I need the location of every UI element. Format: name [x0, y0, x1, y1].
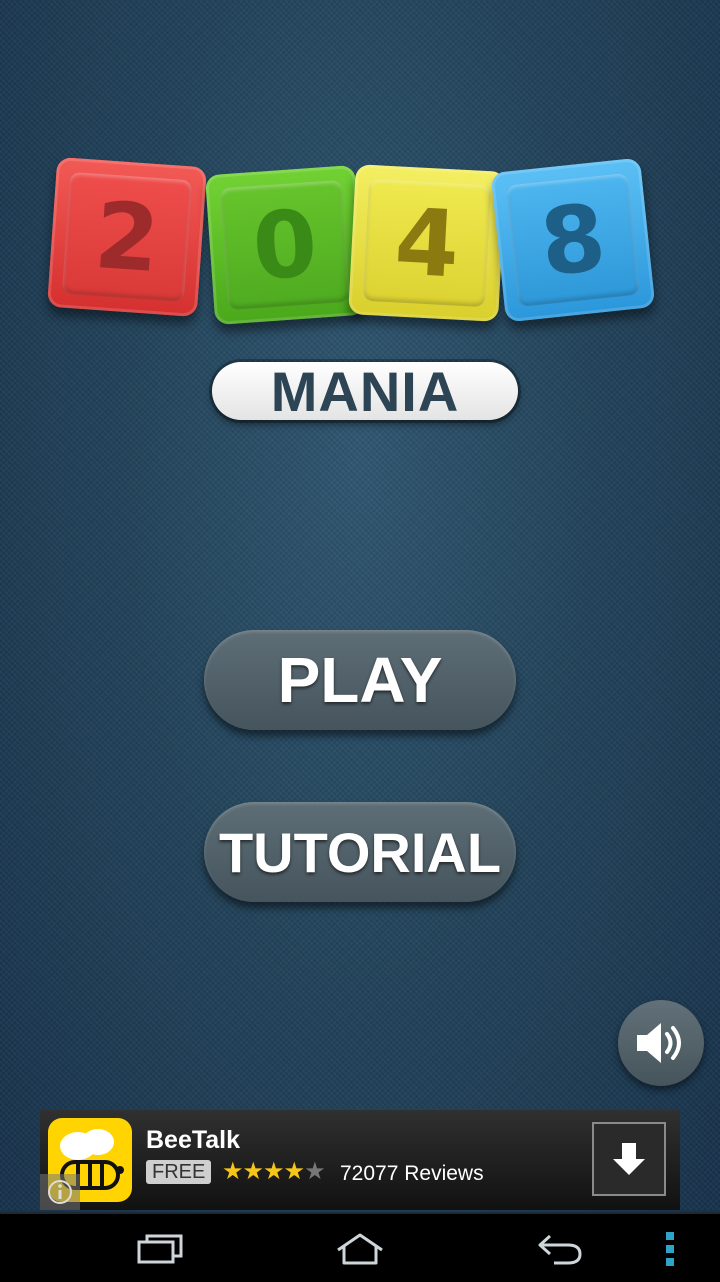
recent-apps-button[interactable]	[120, 1226, 200, 1272]
logo-tile-8: 8	[490, 157, 656, 323]
logo-tile-digit: 8	[505, 172, 641, 308]
star-empty: ★	[304, 1158, 325, 1185]
logo-tile-digit: 4	[362, 178, 492, 308]
ad-app-name: BeeTalk	[146, 1126, 241, 1154]
logo-subtitle: MANIA	[212, 360, 518, 423]
home-button[interactable]	[320, 1226, 400, 1272]
logo-tile-4: 4	[348, 164, 506, 322]
back-icon	[538, 1234, 582, 1265]
play-button[interactable]: PLAY	[204, 630, 516, 730]
ad-price-badge: FREE	[146, 1160, 212, 1184]
overflow-menu-icon	[666, 1232, 674, 1266]
logo-tile-0: 0	[204, 164, 366, 326]
ad-info-button[interactable]	[40, 1174, 80, 1210]
logo-tile-digit: 0	[219, 179, 351, 311]
logo-tile-2: 2	[46, 156, 208, 318]
sound-toggle-button[interactable]	[618, 1000, 704, 1086]
system-nav-bar	[0, 1212, 720, 1282]
ad-banner[interactable]: BeeTalk FREE ★★★★★ 72077 Reviews	[40, 1110, 680, 1210]
ad-review-count: 72077 Reviews	[340, 1162, 484, 1185]
ad-rating-stars: ★★★★★	[222, 1158, 326, 1185]
star-filled: ★★★★	[222, 1158, 305, 1185]
tutorial-button[interactable]: TUTORIAL	[204, 802, 516, 902]
back-button[interactable]	[520, 1226, 600, 1272]
speaker-icon	[637, 1023, 681, 1063]
logo-tile-digit: 2	[61, 171, 193, 303]
download-arrow-icon	[613, 1143, 645, 1175]
ad-download-button[interactable]	[592, 1122, 666, 1196]
recent-apps-icon	[137, 1234, 183, 1264]
home-icon	[337, 1233, 383, 1265]
overflow-menu-button[interactable]	[640, 1226, 700, 1272]
info-icon	[48, 1180, 72, 1204]
game-logo: 2 0 4 8	[0, 0, 720, 340]
